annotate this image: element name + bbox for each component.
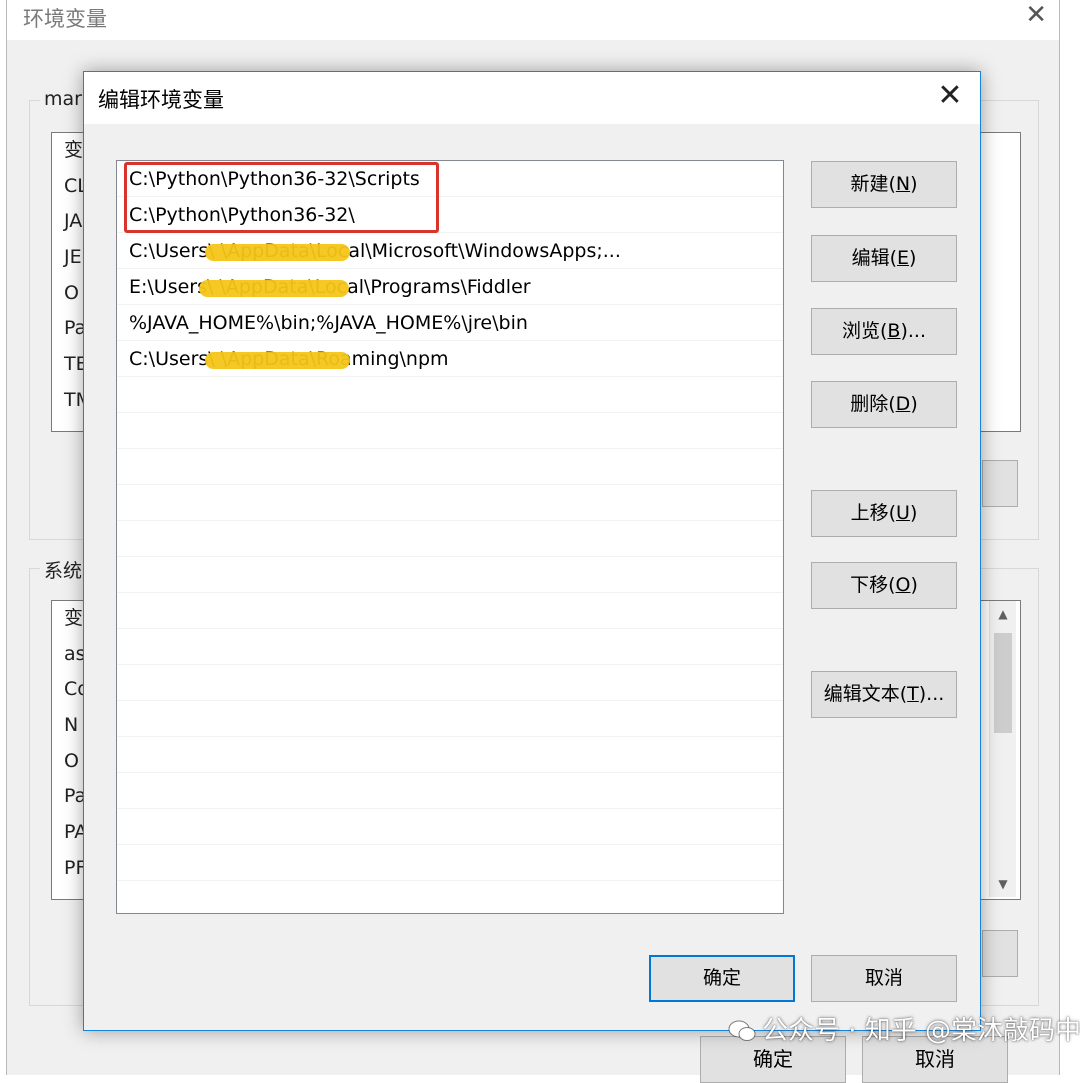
path-text: %JAVA_HOME%\bin;%JAVA_HOME%\jre\bin (129, 312, 528, 334)
button-label-suffix: ) (910, 173, 918, 195)
button-label: 编辑文本( (823, 683, 908, 705)
edit-text-button[interactable]: 编辑文本(T)... (811, 671, 957, 718)
path-item-6[interactable]: C:\Users\ \AppData\Roaming\npm (117, 341, 783, 377)
button-label-suffix: )... (918, 683, 945, 705)
empty-row[interactable] (117, 881, 783, 913)
button-label: 浏览( (842, 320, 888, 342)
move-up-button[interactable]: 上移(U) (811, 490, 957, 537)
button-label: 编辑( (851, 247, 897, 269)
bg-close-icon[interactable]: ✕ (1025, 2, 1047, 28)
bg-user-button[interactable] (982, 460, 1018, 507)
user-variables-label: mar (40, 88, 86, 110)
empty-row[interactable] (117, 521, 783, 557)
empty-row[interactable] (117, 377, 783, 413)
scroll-thumb[interactable] (994, 633, 1012, 733)
path-item-2[interactable]: C:\Python\Python36-32\ (117, 197, 783, 233)
move-down-button[interactable]: 下移(O) (811, 562, 957, 609)
redaction-mark (205, 244, 350, 261)
system-variables-label: 系统 (40, 556, 87, 583)
redaction-mark (199, 280, 349, 297)
path-text: C:\Python\Python36-32\ (129, 204, 355, 226)
delete-button[interactable]: 删除(D) (811, 381, 957, 428)
empty-row[interactable] (117, 737, 783, 773)
bg-window-title: 环境变量 (23, 7, 107, 31)
button-label-suffix: ) (909, 247, 917, 269)
button-label-suffix: ) (910, 393, 918, 415)
dialog-title: 编辑环境变量 (98, 88, 224, 112)
empty-row[interactable] (117, 413, 783, 449)
path-item-1[interactable]: C:\Python\Python36-32\Scripts (117, 161, 783, 197)
bg-system-button[interactable] (982, 930, 1018, 977)
ok-button[interactable]: 确定 (649, 955, 795, 1002)
edit-environment-variable-dialog: 编辑环境变量 ✕ C:\Python\Python36-32\Scripts C… (83, 71, 981, 1031)
empty-row[interactable] (117, 773, 783, 809)
browse-button[interactable]: 浏览(B)... (811, 308, 957, 355)
access-key: N (895, 173, 911, 195)
watermark: 公众号 · 知乎 @棠沐敲码中 (728, 1010, 1080, 1047)
access-key: U (896, 502, 910, 524)
empty-row[interactable] (117, 485, 783, 521)
empty-row[interactable] (117, 449, 783, 485)
system-variables-scrollbar[interactable]: ▲ ▼ (989, 601, 1016, 897)
button-label-suffix: ) (910, 574, 918, 596)
access-key: E (896, 247, 909, 269)
path-item-4[interactable]: E:\Users\ \AppData\Local\Programs\Fiddle… (117, 269, 783, 305)
bg-titlebar: 环境变量 ✕ (7, 0, 1059, 40)
path-item-5[interactable]: %JAVA_HOME%\bin;%JAVA_HOME%\jre\bin (117, 305, 783, 341)
scroll-up-icon[interactable]: ▲ (990, 607, 1016, 621)
empty-row[interactable] (117, 593, 783, 629)
cancel-button[interactable]: 取消 (811, 955, 957, 1002)
button-label: 删除( (850, 393, 896, 415)
button-label-suffix: )... (900, 320, 926, 342)
watermark-text: 公众号 · 知乎 @棠沐敲码中 (762, 1016, 1080, 1046)
empty-row[interactable] (117, 809, 783, 845)
button-label-suffix: ) (909, 502, 918, 524)
access-key: T (907, 683, 919, 705)
access-key: B (887, 320, 901, 342)
path-text: C:\Users\ \AppData\Local\Microsoft\Windo… (129, 240, 621, 262)
redaction-mark (205, 352, 350, 369)
empty-row[interactable] (117, 665, 783, 701)
empty-row[interactable] (117, 557, 783, 593)
access-key: D (895, 393, 911, 415)
scroll-down-icon[interactable]: ▼ (990, 877, 1016, 891)
button-label: 下移( (850, 574, 896, 596)
close-icon[interactable]: ✕ (934, 80, 966, 112)
button-label: 新建( (850, 173, 896, 195)
path-item-3[interactable]: C:\Users\ \AppData\Local\Microsoft\Windo… (117, 233, 783, 269)
empty-row[interactable] (117, 629, 783, 665)
wechat-icon (728, 1020, 756, 1041)
button-label: 上移( (850, 502, 897, 524)
new-button[interactable]: 新建(N) (811, 161, 957, 208)
empty-row[interactable] (117, 845, 783, 881)
empty-row[interactable] (117, 701, 783, 737)
access-key: O (895, 574, 911, 596)
edit-button[interactable]: 编辑(E) (811, 235, 957, 282)
dialog-titlebar: 编辑环境变量 ✕ (84, 72, 980, 124)
path-list[interactable]: C:\Python\Python36-32\Scripts C:\Python\… (116, 160, 784, 914)
path-text: C:\Python\Python36-32\Scripts (129, 168, 420, 190)
